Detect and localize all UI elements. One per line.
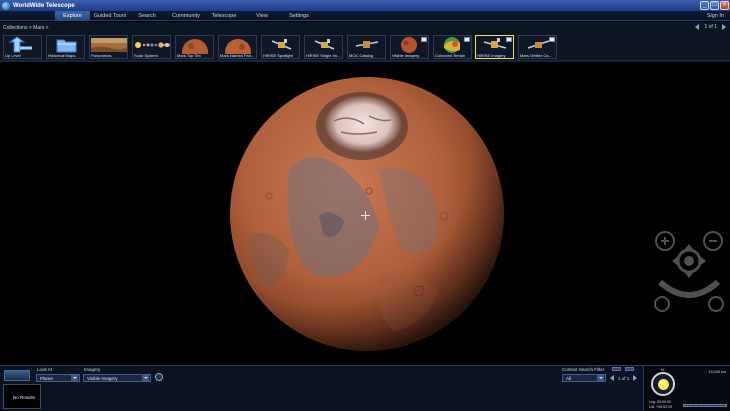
latitude: Lat: +90:52:29 <box>649 405 673 409</box>
thumb-label: Up Level <box>5 53 21 58</box>
thumb-mars-named-features[interactable]: Mars Named Fea... <box>218 35 257 59</box>
minimize-icon[interactable]: _ <box>700 1 709 10</box>
search-results-box: No Results <box>3 384 41 409</box>
sky-viewport[interactable] <box>0 64 730 365</box>
imagery-settings-icon[interactable] <box>155 373 163 381</box>
thumb-label: Solar System <box>134 53 158 58</box>
chevron-down-icon <box>71 375 78 381</box>
window-title: WorldWide Telescope <box>13 2 75 9</box>
thumb-label: HiRISE Imagery <box>477 53 506 58</box>
folder-icon <box>56 39 77 53</box>
title-bar: WorldWide Telescope _ □ × <box>0 0 730 11</box>
sign-in-link[interactable]: Sign In <box>707 11 724 21</box>
sun-icon[interactable] <box>651 372 675 396</box>
menu-community[interactable]: Community <box>168 11 204 21</box>
next-results-icon[interactable] <box>633 375 638 381</box>
thumb-label: Mars Named Fea... <box>220 53 255 58</box>
thumb-label: Mars Orbiter Ca... <box>520 53 552 58</box>
thumb-panoramas[interactable]: Panoramas <box>89 35 128 59</box>
close-icon[interactable]: × <box>720 1 729 10</box>
chevron-down-icon <box>142 375 149 381</box>
menu-settings[interactable]: Settings <box>285 11 313 21</box>
bottom-panel: No Results Look At Planet Imagery Visibl… <box>0 365 730 411</box>
thumb-up-level[interactable]: Up Level <box>3 35 42 59</box>
thumb-mars-orbiter-camera[interactable]: Mars Orbiter Ca... <box>518 35 557 59</box>
location-info-panel: N 13,049 km Lng: 00:00:00 Lat: +90:52:29 <box>643 366 730 411</box>
thumb-label: Panoramas <box>91 53 112 58</box>
context-filter-up-icon[interactable] <box>612 367 621 371</box>
layer-corner-icon <box>421 37 427 42</box>
coordinates: Lng: 00:00:00 Lat: +90:52:29 <box>649 400 672 410</box>
app-window: WorldWide Telescope _ □ × Explore Guided… <box>0 0 730 411</box>
orbiter-icon <box>271 39 292 50</box>
layer-corner-icon <box>506 37 512 42</box>
menu-view[interactable]: View <box>252 11 272 21</box>
menu-guided-tours[interactable]: Guided Tours <box>90 11 130 21</box>
thumb-hirise-single-images[interactable]: HiRISE Single Im... <box>304 35 343 59</box>
page-indicator: 1 of 1 <box>704 24 717 30</box>
look-at-label: Look At <box>37 367 53 372</box>
field-of-view: 13,049 km <box>708 370 726 374</box>
look-at-select[interactable]: Planet <box>36 374 80 382</box>
mars-image <box>225 39 251 58</box>
context-filter-value: All <box>566 376 572 381</box>
thumb-visible-imagery[interactable]: Visible Imagery <box>390 35 429 59</box>
scale-bar <box>683 404 727 407</box>
thumb-moc-catalog[interactable]: MOC Catalog <box>347 35 386 59</box>
breadcrumb[interactable]: Collections > Mars > <box>3 25 49 31</box>
thumb-solar-system[interactable]: Solar System <box>132 35 171 59</box>
thumb-label: HiRISE Spotlight <box>263 53 293 58</box>
prev-page-icon[interactable] <box>695 24 700 30</box>
menu-explore[interactable]: Explore <box>55 11 90 21</box>
up-arrow-icon <box>8 36 32 53</box>
thumb-label: Visible Imagery <box>392 53 420 58</box>
thumb-label: Mars Top Ten <box>177 53 201 58</box>
thumb-label: Historical Maps <box>48 53 76 58</box>
imagery-select[interactable]: Visible Imagery <box>83 374 151 382</box>
thumb-hirise-imagery[interactable]: HiRISE Imagery <box>475 35 514 59</box>
thumb-mars-top-ten[interactable]: Mars Top Ten <box>175 35 214 59</box>
no-results-text: No Results <box>13 395 36 400</box>
orbiter-icon <box>314 39 335 50</box>
imagery-value: Visible Imagery <box>87 376 118 381</box>
collections-bar: Collections > Mars > 1 of 1 <box>0 22 730 35</box>
panorama-image <box>91 38 127 52</box>
imagery-label: Imagery <box>84 367 101 372</box>
thumb-label: Colorized Terrain <box>435 53 466 58</box>
collection-thumbnails: Up Level Historical Maps Panoramas Solar… <box>0 35 730 62</box>
chevron-down-icon <box>597 375 604 381</box>
context-thumbnail[interactable] <box>4 370 30 381</box>
results-page-indicator: 1 of 1 <box>618 375 630 381</box>
solar-system-icon <box>135 42 170 48</box>
menu-search[interactable]: Search <box>132 11 162 21</box>
navigation-control[interactable] <box>652 230 726 316</box>
maximize-icon[interactable]: □ <box>710 1 719 10</box>
layer-corner-icon <box>464 37 470 42</box>
telescope-app-icon <box>2 1 10 10</box>
menu-telescope[interactable]: Telescope <box>208 11 240 21</box>
prev-results-icon[interactable] <box>610 375 614 381</box>
crosshair-icon <box>361 211 370 220</box>
thumb-label: MOC Catalog <box>349 53 374 58</box>
context-filter-label: Context Search Filter <box>562 367 605 372</box>
thumb-historical-maps[interactable]: Historical Maps <box>46 35 85 59</box>
mars-image <box>182 39 208 58</box>
thumb-label: HiRISE Single Im... <box>306 53 341 58</box>
thumb-colorized-terrain[interactable]: Colorized Terrain <box>433 35 472 59</box>
layer-corner-icon <box>549 37 555 42</box>
next-page-icon[interactable] <box>722 24 726 30</box>
context-filter-select[interactable]: All <box>562 374 606 382</box>
look-at-value: Planet <box>40 376 53 381</box>
thumb-hirise-spotlight[interactable]: HiRISE Spotlight <box>261 35 300 59</box>
context-filter-down-icon[interactable] <box>625 367 634 371</box>
menu-bar: Explore Guided Tours Search Community Te… <box>0 11 730 21</box>
orbiter-icon <box>355 41 379 48</box>
